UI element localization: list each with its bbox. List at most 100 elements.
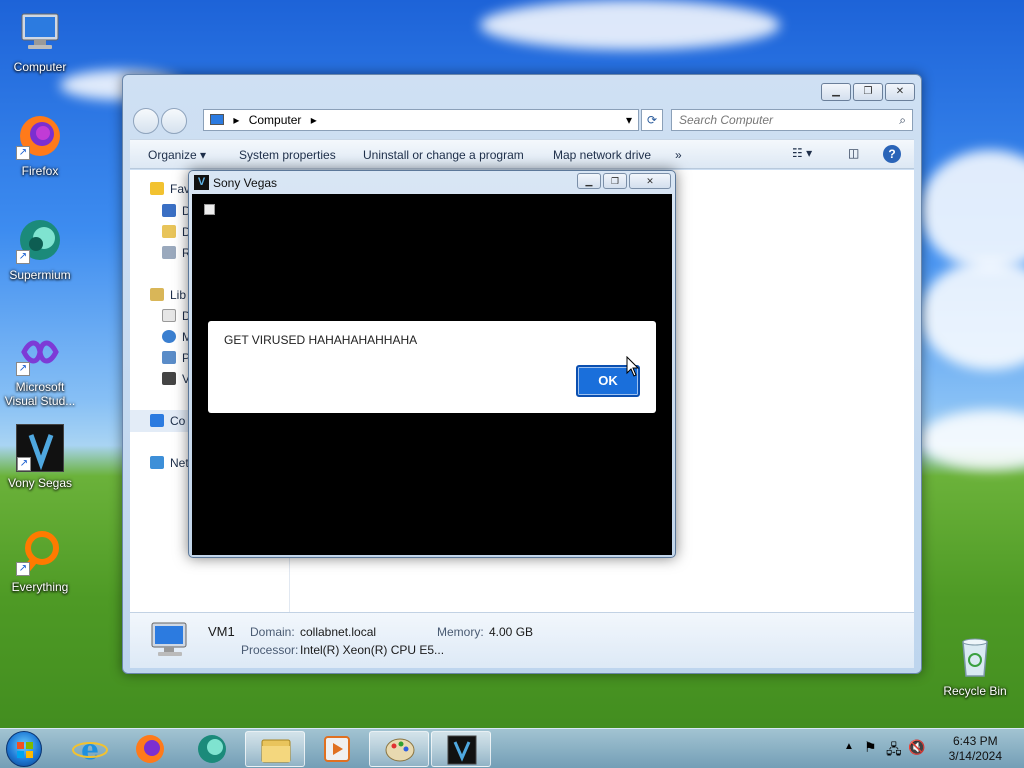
clock[interactable]: 6:43 PM 3/14/2024: [949, 734, 1002, 764]
close-button[interactable]: ✕: [885, 83, 915, 101]
desktop-icon-recycle-bin[interactable]: Recycle Bin: [935, 632, 1015, 698]
desktop-icon-label: Microsoft Visual Stud...: [4, 380, 76, 408]
breadcrumb-arrow-icon: ▸: [233, 113, 240, 127]
firefox-icon: [136, 735, 164, 763]
supermium-icon: [198, 735, 226, 763]
taskbar-firefox[interactable]: [120, 731, 180, 767]
star-icon: [150, 182, 164, 195]
alert-message: GET VIRUSED HAHAHAHAHHAHA: [224, 333, 418, 347]
computer-name: VM1: [208, 624, 235, 639]
cloud: [920, 410, 1024, 470]
vegas-maximize-button[interactable]: ❐: [603, 173, 627, 189]
back-button[interactable]: [133, 108, 159, 134]
taskbar-supermium[interactable]: [182, 731, 242, 767]
desktop-folder-icon: [162, 204, 176, 217]
show-hidden-icons-button[interactable]: ▲: [844, 741, 854, 752]
taskbar: e ▲ ⚑ 🖧 🔇 6:43 PM 3/14/2024: [0, 728, 1024, 768]
domain-label: Domain:: [250, 625, 295, 639]
details-pane: VM1 Domain: collabnet.local Memory: 4.00…: [130, 612, 914, 668]
computer-icon: [16, 8, 64, 56]
nav-favorite-item[interactable]: D: [162, 225, 191, 239]
supermium-icon: ↗: [16, 216, 64, 264]
recent-places-icon: [162, 246, 176, 259]
desktop-icon-everything[interactable]: ↗ Everything: [0, 528, 80, 594]
nav-library-item[interactable]: V: [162, 372, 190, 386]
breadcrumb-arrow-icon: ▸: [310, 113, 317, 127]
uninstall-program-button[interactable]: Uninstall or change a program: [363, 148, 524, 162]
everything-icon: ↗: [16, 528, 64, 576]
cloud: [920, 260, 1024, 370]
vegas-window-controls: ▁ ❐ ✕: [577, 173, 671, 189]
organize-button[interactable]: Organize ▾: [148, 148, 206, 162]
network-status-icon[interactable]: 🖧: [886, 739, 902, 763]
desktop-icon-label: Vony Segas: [7, 476, 73, 490]
nav-favorites[interactable]: Fav: [150, 182, 190, 196]
visual-studio-icon: ↗: [16, 328, 64, 376]
address-dropdown-icon[interactable]: ▾: [626, 110, 632, 130]
window-controls: ▁ ❐ ✕: [821, 83, 915, 101]
preview-pane-icon[interactable]: ◫: [848, 146, 859, 160]
windows-logo-icon: [17, 742, 33, 758]
help-icon[interactable]: ?: [883, 145, 901, 163]
desktop-icon-computer[interactable]: Computer: [0, 8, 80, 74]
music-icon: [162, 330, 176, 343]
folder-icon: [261, 739, 291, 763]
action-center-flag-icon[interactable]: ⚑: [864, 739, 877, 756]
search-input[interactable]: Search Computer ⌕: [671, 109, 913, 131]
nav-network[interactable]: Net: [150, 456, 189, 470]
desktop-icon-label: Supermium: [9, 268, 71, 282]
internet-explorer-icon: e: [72, 733, 108, 766]
system-properties-button[interactable]: System properties: [239, 148, 336, 162]
memory-value: 4.00 GB: [489, 625, 534, 639]
vegas-app-icon: ↗: [16, 424, 64, 472]
libraries-icon: [150, 288, 164, 301]
mouse-cursor-icon: [626, 355, 640, 381]
firefox-icon: ↗: [16, 112, 64, 160]
vegas-close-button[interactable]: ✕: [629, 173, 671, 189]
search-icon: ⌕: [899, 113, 906, 127]
vegas-window-title: Sony Vegas: [213, 176, 278, 190]
address-bar[interactable]: ▸ Computer ▸ ▾: [203, 109, 639, 131]
nav-library-item[interactable]: D: [162, 309, 191, 323]
nav-favorite-item[interactable]: D: [162, 204, 191, 218]
computer-small-icon: [210, 114, 224, 125]
maximize-button[interactable]: ❐: [853, 83, 883, 101]
clock-time: 6:43 PM: [952, 734, 998, 748]
taskbar-internet-explorer[interactable]: e: [60, 731, 120, 767]
start-button[interactable]: [6, 731, 42, 767]
taskbar-media-player[interactable]: [307, 731, 367, 767]
desktop-icon-label: Computer: [13, 60, 67, 74]
cloud: [920, 150, 1024, 270]
shortcut-arrow-icon: ↗: [16, 250, 30, 264]
shortcut-arrow-icon: ↗: [17, 457, 31, 471]
address-row: ▸ Computer ▸ ▾ ⟳ Search Computer ⌕: [131, 107, 913, 134]
paint-palette-icon: [385, 738, 415, 762]
desktop-icon-label: Everything: [11, 580, 69, 594]
view-options-icon[interactable]: ☷ ▾: [792, 146, 812, 160]
volume-muted-icon[interactable]: 🔇: [908, 739, 925, 756]
broken-image-icon: [204, 204, 215, 215]
more-commands-button[interactable]: »: [675, 148, 682, 162]
breadcrumb-computer[interactable]: Computer: [249, 113, 302, 127]
desktop-icon-supermium[interactable]: ↗ Supermium: [0, 216, 80, 282]
taskbar-vony-segas[interactable]: [431, 731, 491, 767]
documents-icon: [162, 309, 176, 322]
nav-libraries[interactable]: Lib: [150, 288, 186, 302]
minimize-button[interactable]: ▁: [821, 83, 851, 101]
nav-favorite-item[interactable]: R: [162, 246, 191, 260]
processor-label: Processor:: [241, 643, 299, 657]
domain-value: collabnet.local: [300, 625, 377, 639]
forward-button[interactable]: [161, 108, 187, 134]
map-network-drive-button[interactable]: Map network drive: [553, 148, 651, 162]
taskbar-paint[interactable]: [369, 731, 429, 767]
nav-library-item[interactable]: P: [162, 351, 190, 365]
refresh-button[interactable]: ⟳: [641, 109, 663, 131]
command-bar: Organize ▾ System properties Uninstall o…: [130, 139, 914, 169]
desktop-icon-firefox[interactable]: ↗ Firefox: [0, 112, 80, 178]
computer-small-icon: [150, 414, 164, 427]
desktop-icon-vony-segas[interactable]: ↗ Vony Segas: [0, 424, 80, 490]
vegas-minimize-button[interactable]: ▁: [577, 173, 601, 189]
taskbar-explorer[interactable]: [245, 731, 305, 767]
desktop-icon-visual-studio[interactable]: ↗ Microsoft Visual Stud...: [0, 328, 80, 408]
shortcut-arrow-icon: ↗: [16, 362, 30, 376]
